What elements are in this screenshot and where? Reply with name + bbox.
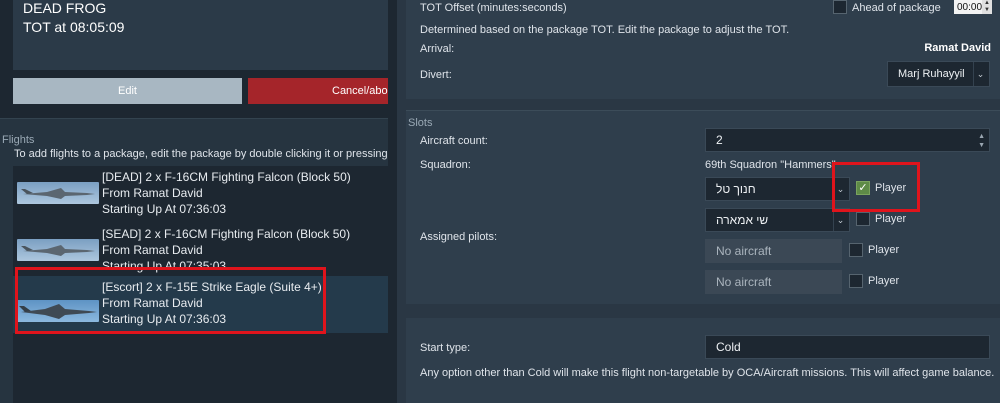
f16-aircraft-icon [17,239,99,261]
tot-offset-label: TOT Offset (minutes:seconds) [420,2,567,14]
flight-title: [SEAD] 2 x F-16CM Fighting Falcon (Block… [102,227,351,241]
aircraft-count-input[interactable]: 2 ▲ ▼ [705,128,990,152]
pilot-2-name: שי אמארה [716,213,769,227]
pilot-1-name: חנוך טל [716,182,756,196]
flight-start: Starting Up At 07:36:03 [102,202,227,216]
package-name: DEAD FROG [23,0,107,16]
package-summary: DEAD FROG TOT at 08:05:09 [13,0,388,70]
aircraft-count-value: 2 [716,133,723,147]
flight-title: [DEAD] 2 x F-16CM Fighting Falcon (Block… [102,170,351,184]
aircraft-count-label: Aircraft count: [420,135,488,147]
escort-flight-highlight [15,267,326,334]
divert-dropdown[interactable]: Marj Ruhayyil ⌄ [887,61,990,87]
determined-note: Determined based on the package TOT. Edi… [420,24,790,36]
flights-title: Flights [2,134,35,146]
tot-offset-spinner[interactable]: ▲ ▼ [982,0,992,14]
divert-value: Marj Ruhayyil [898,68,965,80]
edit-button[interactable]: Edit [13,78,242,104]
pilot-3-name: No aircraft [716,244,772,258]
start-type-value: Cold [716,340,741,354]
flight-origin: From Ramat David [102,243,203,257]
start-type-label: Start type: [420,342,471,354]
assigned-pilots-label: Assigned pilots: [420,231,498,243]
cancel-abort-button[interactable]: Cancel/abo [248,78,388,104]
pilot-2-player-label: Player [875,213,907,225]
chevron-down-icon: ⌄ [833,209,847,231]
package-tot: TOT at 08:05:09 [23,19,125,35]
f16-aircraft-icon [17,182,99,204]
flights-group: Flights To add flights to a package, edi… [0,118,388,403]
pilot-3-player-label: Player [868,244,900,256]
flight-origin: From Ramat David [102,186,203,200]
player-checkbox-highlight [832,162,920,212]
pilot-3-player-checkbox[interactable] [849,243,863,257]
package-panel: DEAD FROG TOT at 08:05:09 Edit Cancel/ab… [0,0,388,403]
pilot-2-player-checkbox[interactable] [856,212,870,226]
spinner-arrows-icon[interactable]: ▲ ▼ [978,132,985,150]
pilot-4-player-label: Player [868,275,900,287]
pilot-4-player-checkbox[interactable] [849,274,863,288]
ahead-of-package-checkbox[interactable] [833,0,847,14]
divert-label: Divert: [420,69,452,81]
chevron-down-icon: ⌄ [973,62,987,86]
squadron-value: 69th Squadron "Hammers" [705,159,836,171]
start-type-dropdown[interactable]: Cold [705,335,990,359]
start-type-note: Any option other than Cold will make thi… [420,367,995,379]
flight-item-dead[interactable]: [DEAD] 2 x F-16CM Fighting Falcon (Block… [13,166,388,223]
arrival-label: Arrival: [420,43,455,55]
slots-title: Slots [408,117,433,129]
tot-offset-input[interactable]: 00:00 [954,0,982,14]
arrival-value: Ramat David [924,42,991,54]
start-type-section: Start type: Cold Any option other than C… [406,318,1000,403]
pilot-1-dropdown[interactable]: חנוך טל ⌄ [705,177,850,201]
timing-section: TOT Offset (minutes:seconds) Ahead of pa… [406,0,1000,99]
squadron-label: Squadron: [420,159,471,171]
pilot-4-dropdown: No aircraft [705,270,842,294]
pilot-4-name: No aircraft [716,275,772,289]
pilot-3-dropdown: No aircraft [705,239,842,263]
pilot-2-dropdown[interactable]: שי אמארה ⌄ [705,208,850,232]
ahead-of-package-label: Ahead of package [852,2,941,14]
flights-hint: To add flights to a package, edit the pa… [14,148,388,160]
